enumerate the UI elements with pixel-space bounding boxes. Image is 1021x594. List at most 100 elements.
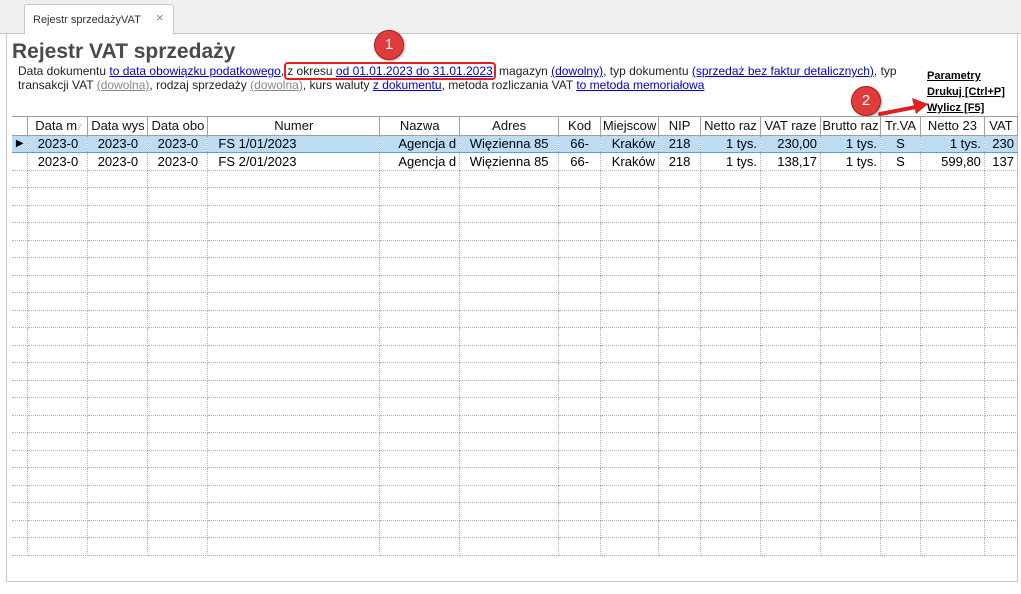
table-row[interactable]: 2023-0 2023-0 2023-0 FS 2/01/2023 Agencja dW… xyxy=(12,152,1018,171)
table-cell xyxy=(379,240,461,258)
close-icon[interactable]: × xyxy=(156,10,164,25)
column-header[interactable]: Data wys xyxy=(87,117,149,136)
table-cell xyxy=(27,432,89,451)
table-cell xyxy=(820,432,881,451)
column-header[interactable]: Numer xyxy=(207,117,381,136)
table-cell xyxy=(658,485,702,503)
table-cell xyxy=(379,502,461,521)
table-row[interactable] xyxy=(12,222,1018,241)
table-cell xyxy=(459,450,560,468)
filter-text: , rodzaj sprzedaży xyxy=(149,78,251,92)
table-cell xyxy=(600,275,660,293)
column-header[interactable]: Tr.VA xyxy=(880,117,921,136)
table-row[interactable] xyxy=(12,380,1018,398)
transaction-type-link[interactable]: (dowolna) xyxy=(97,78,150,92)
column-header[interactable]: Nazwa xyxy=(379,117,461,136)
vat-register-grid[interactable]: Data m ⁄ Data wys Data obo Numer Nazwa Adres Ko… xyxy=(12,116,1018,582)
table-cell xyxy=(379,327,461,346)
column-header[interactable]: VAT xyxy=(984,117,1018,136)
sale-type-link[interactable]: (dowolna) xyxy=(250,78,303,92)
table-row[interactable] xyxy=(12,537,1018,556)
table-row[interactable] xyxy=(12,415,1018,433)
table-row[interactable] xyxy=(12,205,1018,223)
table-cell xyxy=(820,485,881,503)
table-cell xyxy=(459,310,560,328)
vat-method-link[interactable]: to metoda memoriałowa xyxy=(576,78,704,92)
table-cell xyxy=(379,467,461,486)
table-cell xyxy=(600,502,660,521)
table-cell xyxy=(87,380,149,398)
table-cell xyxy=(984,170,1018,188)
table-cell xyxy=(558,170,602,188)
table-row[interactable] xyxy=(12,345,1018,363)
table-cell xyxy=(379,257,461,276)
table-row[interactable] xyxy=(12,275,1018,293)
table-cell xyxy=(760,310,821,328)
table-cell: Kraków xyxy=(600,152,660,171)
table-cell: FS 2/01/2023 xyxy=(207,152,381,171)
column-header[interactable]: VAT raze xyxy=(760,117,821,136)
document-type-link[interactable]: (sprzedaż bez faktur detalicznych) xyxy=(692,64,874,78)
table-cell xyxy=(459,467,560,486)
period-link[interactable]: od 01.01.2023 do 31.01.2023 xyxy=(336,64,493,78)
column-header[interactable]: Kod xyxy=(558,117,602,136)
table-row[interactable] xyxy=(12,467,1018,486)
column-header[interactable]: Miejscow xyxy=(600,117,660,136)
column-header[interactable]: Data obo xyxy=(147,117,209,136)
table-cell xyxy=(658,327,702,346)
row-indicator xyxy=(12,222,29,241)
tab-rejestr-sprzedazy-vat[interactable]: Rejestr sprzedażyVAT × xyxy=(24,4,174,35)
table-cell xyxy=(984,380,1018,398)
table-cell xyxy=(27,537,89,556)
table-cell: 66- xyxy=(558,152,602,171)
column-header[interactable]: Netto raz xyxy=(700,117,762,136)
column-header[interactable]: NIP xyxy=(658,117,702,136)
column-header[interactable]: Adres xyxy=(459,117,560,136)
table-row[interactable] xyxy=(12,257,1018,276)
warehouse-link[interactable]: (dowolny) xyxy=(551,64,603,78)
table-row[interactable] xyxy=(12,362,1018,381)
table-row[interactable] xyxy=(12,450,1018,468)
table-row[interactable] xyxy=(12,520,1018,538)
calculate-link[interactable]: Wylicz [F5] xyxy=(927,100,1005,116)
table-cell xyxy=(459,485,560,503)
table-row[interactable] xyxy=(12,485,1018,503)
table-row[interactable] xyxy=(12,327,1018,346)
date-type-link[interactable]: to data obowiązku podatkowego xyxy=(109,64,280,78)
table-row[interactable] xyxy=(12,432,1018,451)
table-cell xyxy=(600,257,660,276)
table-cell xyxy=(558,292,602,311)
table-cell xyxy=(920,170,985,188)
table-cell xyxy=(760,327,821,346)
table-cell xyxy=(760,537,821,556)
table-row[interactable] xyxy=(12,502,1018,521)
column-header[interactable]: Netto 23 xyxy=(920,117,985,136)
table-row[interactable] xyxy=(12,397,1018,416)
table-row[interactable] xyxy=(12,292,1018,311)
table-cell xyxy=(658,432,702,451)
exchange-rate-link[interactable]: z dokumentu xyxy=(373,78,442,92)
table-cell xyxy=(459,222,560,241)
table-cell xyxy=(600,362,660,381)
table-row[interactable] xyxy=(12,187,1018,206)
table-row[interactable]: ▶ 2023-0 2023-0 2023-0 FS 1/01/2023 Agencja d… xyxy=(12,134,1018,153)
filter-text: magazyn xyxy=(495,64,552,78)
table-cell xyxy=(27,380,89,398)
parameters-link[interactable]: Parametry xyxy=(927,68,1005,84)
table-cell xyxy=(27,205,89,223)
table-row[interactable] xyxy=(12,240,1018,258)
table-cell xyxy=(984,450,1018,468)
table-cell: S xyxy=(880,152,921,171)
table-cell xyxy=(600,537,660,556)
filter-text: , metoda rozliczania VAT xyxy=(441,78,577,92)
table-cell xyxy=(558,415,602,433)
table-row[interactable] xyxy=(12,310,1018,328)
print-link[interactable]: Drukuj [Ctrl+P] xyxy=(927,84,1005,100)
table-cell xyxy=(87,345,149,363)
table-cell xyxy=(207,292,381,311)
column-header[interactable]: Brutto raz xyxy=(820,117,881,136)
column-header[interactable]: Data m ⁄ xyxy=(27,117,89,136)
table-cell xyxy=(760,187,821,206)
table-cell: 137 xyxy=(984,152,1018,171)
table-row[interactable] xyxy=(12,170,1018,188)
